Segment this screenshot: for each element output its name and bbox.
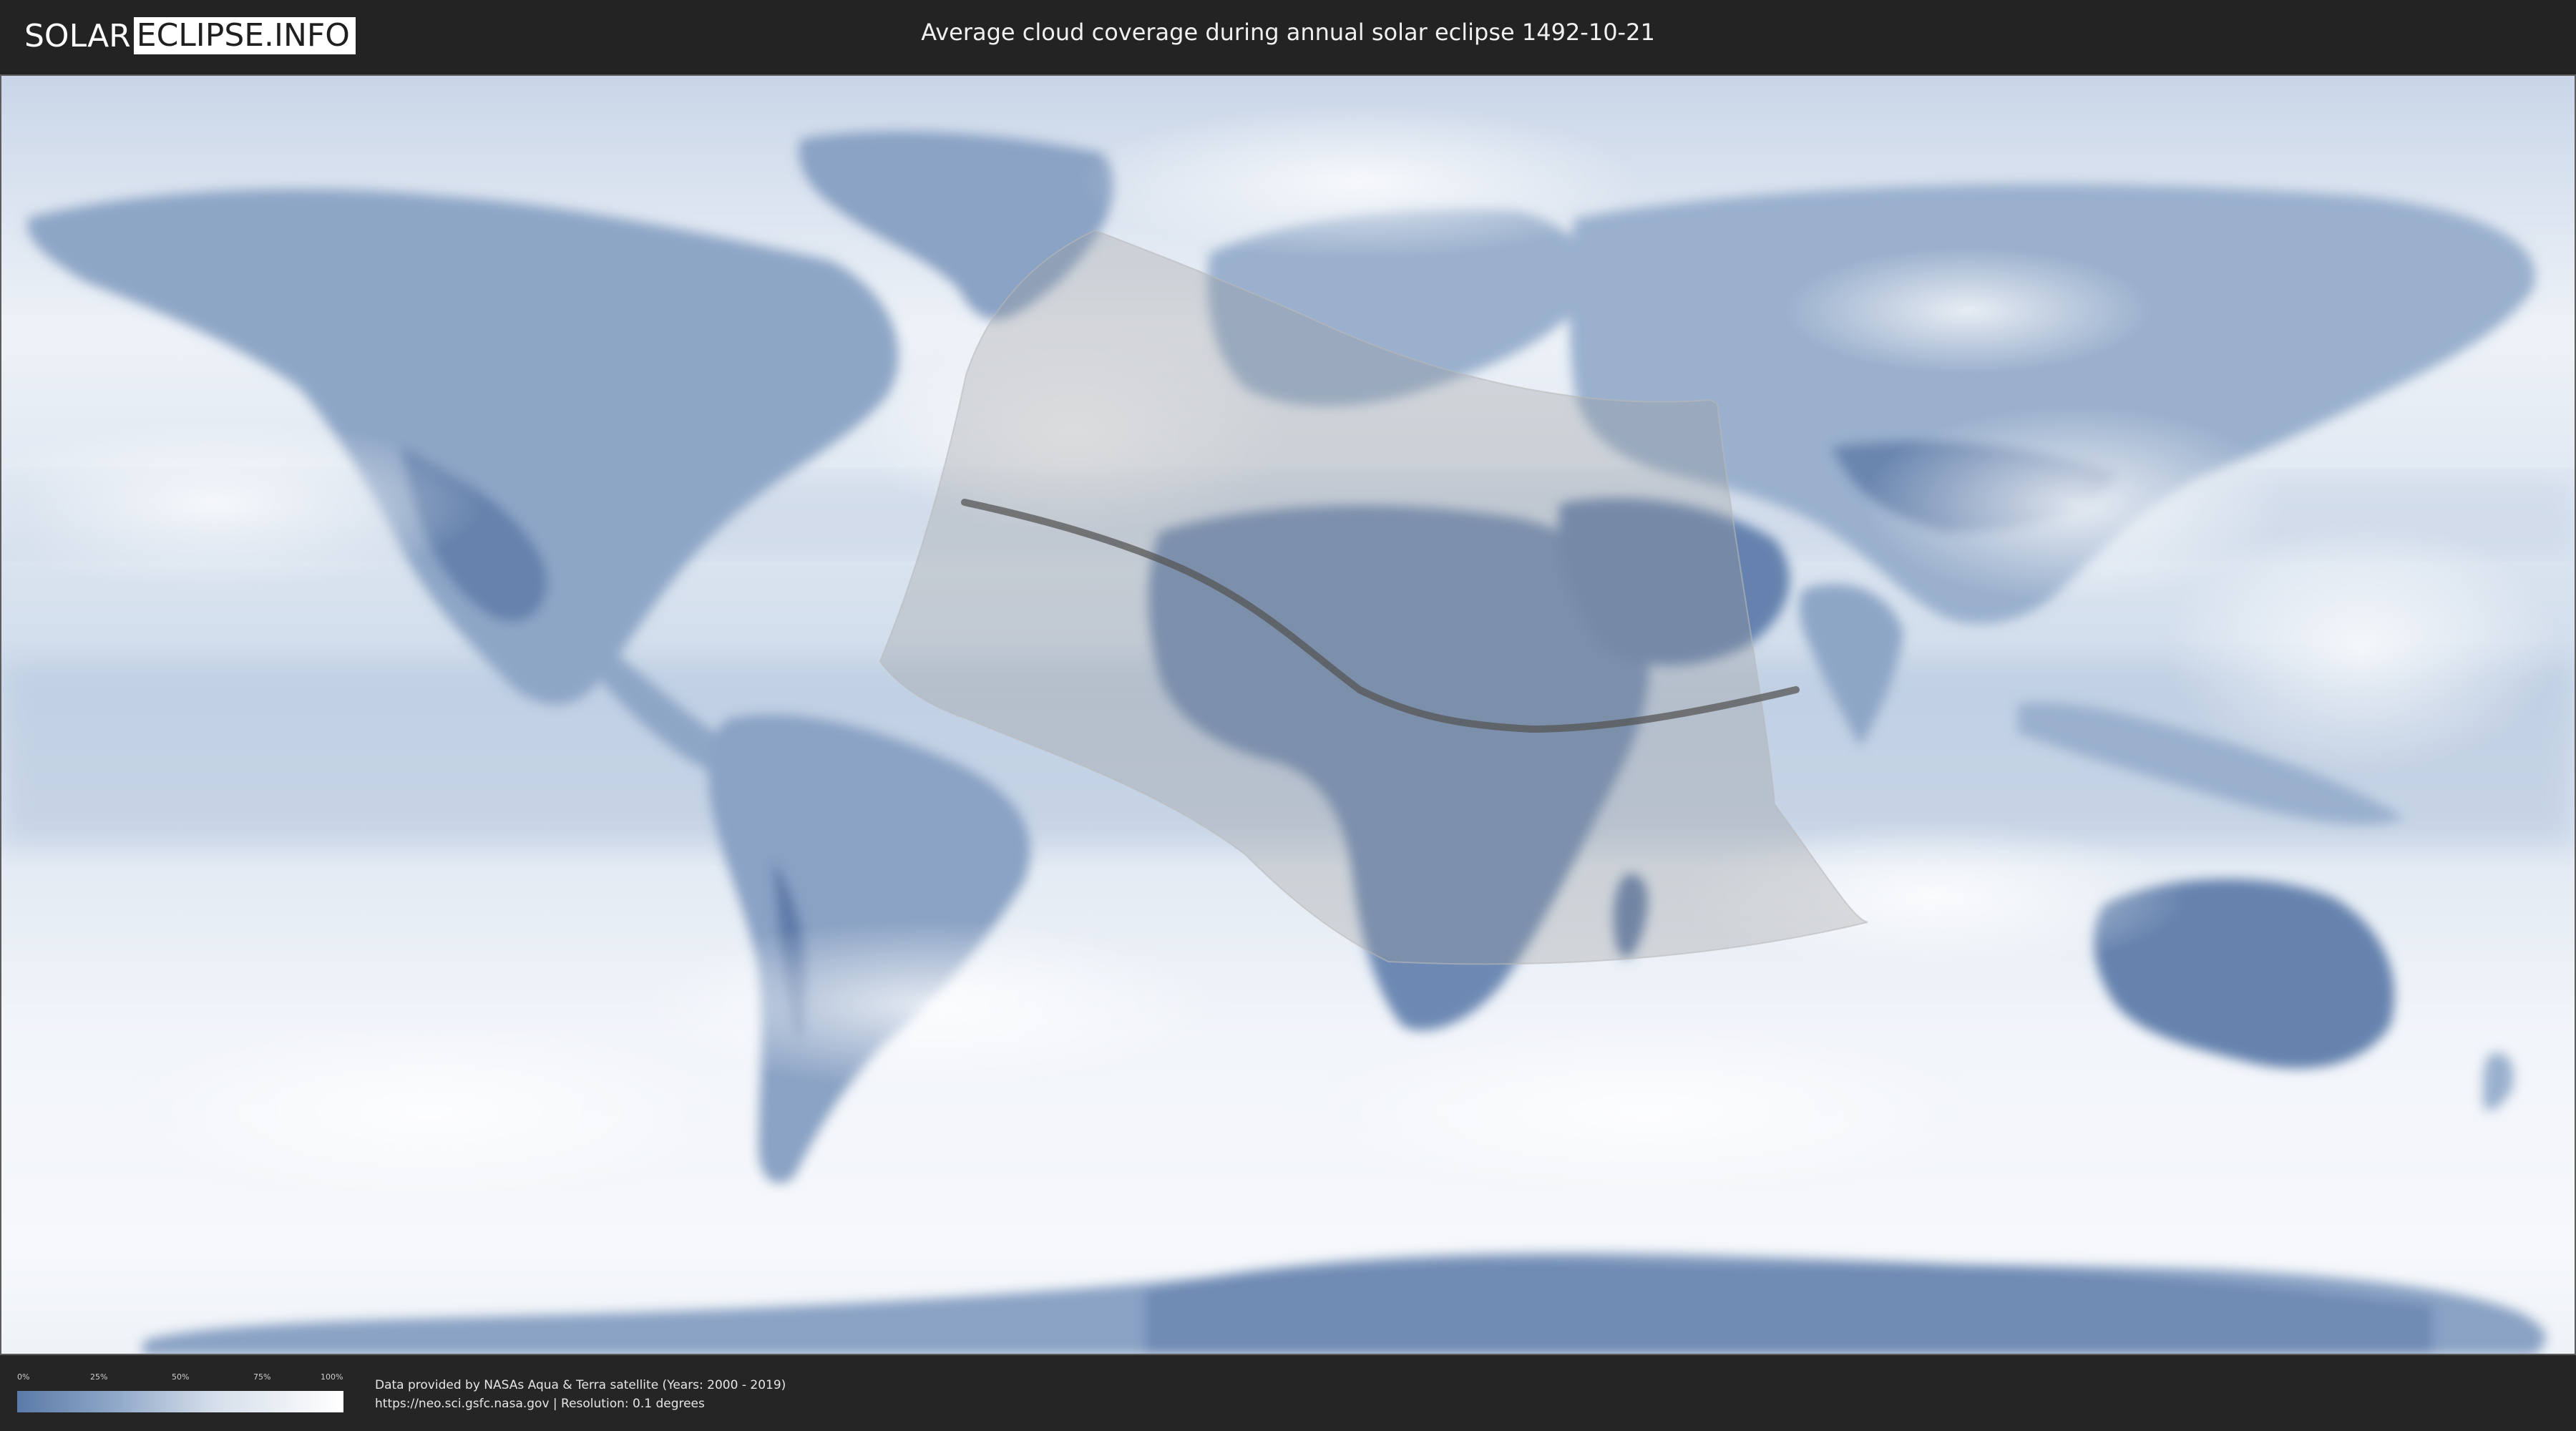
header-bar: SOLAR ECLIPSE.INFO Average cloud coverag…: [0, 0, 2576, 72]
data-credit-text: Data provided by NASAs Aqua & Terra sate…: [375, 1378, 786, 1392]
footer-bar: [0, 1355, 2576, 1431]
page-title: Average cloud coverage during annual sol…: [921, 19, 1655, 46]
legend-label-100: 100%: [321, 1372, 343, 1382]
legend-label-0: 0%: [17, 1372, 30, 1382]
data-source-text[interactable]: https://neo.sci.gsfc.nasa.gov | Resoluti…: [375, 1397, 705, 1411]
app-root: SOLAR ECLIPSE.INFO Average cloud coverag…: [0, 0, 2576, 1431]
cloud-coverage-legend: 0% 25% 50% 75% 100%: [17, 1372, 343, 1415]
legend-gradient-bar: [17, 1391, 343, 1412]
cloud-coverage-map[interactable]: [0, 74, 2576, 1355]
legend-label-75: 75%: [253, 1372, 271, 1382]
world-map-icon: [0, 74, 2576, 1355]
legend-label-25: 25%: [90, 1372, 108, 1382]
legend-label-50: 50%: [172, 1372, 190, 1382]
